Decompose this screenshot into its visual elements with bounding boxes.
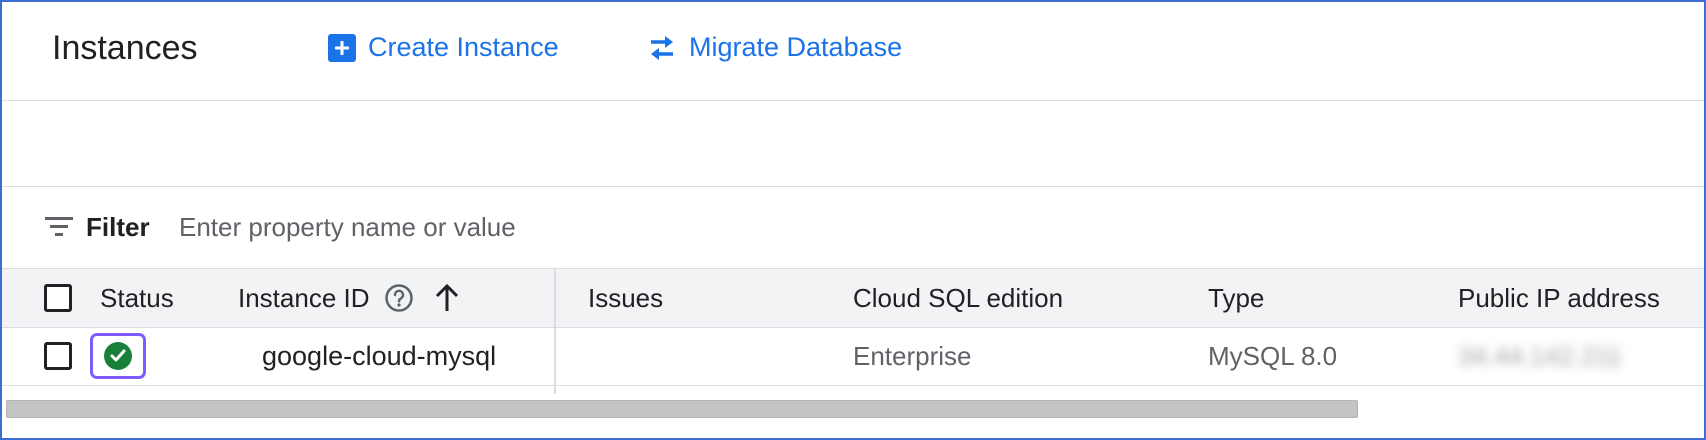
arrow-up-icon[interactable]	[434, 283, 460, 313]
help-circle-icon[interactable]	[384, 283, 414, 313]
horizontal-scrollbar-thumb[interactable]	[6, 400, 1358, 418]
column-header-status[interactable]: Status	[100, 269, 174, 327]
public-ip-cell: 34.44.142.211	[1458, 340, 1623, 371]
select-all-cell	[44, 269, 72, 327]
migrate-database-label: Migrate Database	[689, 32, 903, 62]
check-circle-icon	[104, 342, 132, 370]
edition-cell: Enterprise	[853, 340, 972, 371]
instance-id-link[interactable]: google-cloud-mysql	[262, 327, 496, 385]
swap-arrows-icon	[647, 34, 677, 62]
select-all-checkbox[interactable]	[44, 284, 72, 312]
type-cell: MySQL 8.0	[1208, 340, 1338, 371]
column-header-instance-id[interactable]: Instance ID	[238, 269, 460, 327]
filter-input[interactable]	[177, 206, 881, 248]
row-select-cell	[44, 327, 72, 385]
status-indicator[interactable]	[90, 333, 146, 379]
status-cell	[90, 327, 146, 385]
column-header-cloud-sql-edition[interactable]: Cloud SQL edition	[853, 269, 1063, 327]
create-instance-button[interactable]: Create Instance	[328, 32, 559, 63]
column-header-issues[interactable]: Issues	[588, 269, 663, 327]
create-instance-label: Create Instance	[368, 32, 559, 62]
column-header-public-ip[interactable]: Public IP address	[1458, 269, 1660, 327]
table-header: Status Instance ID Issues Cloud SQL edit…	[2, 268, 1704, 328]
table-row: google-cloud-mysql Enterprise MySQL 8.0 …	[2, 327, 1704, 386]
add-box-icon	[328, 33, 356, 62]
instances-panel: Instances Create Instance Migrate Databa…	[0, 0, 1706, 440]
empty-toolbar-band	[2, 101, 1704, 187]
filter-label: Filter	[86, 212, 150, 242]
row-checkbox[interactable]	[44, 342, 72, 370]
column-header-instance-id-label: Instance ID	[238, 282, 370, 313]
filter-list-icon[interactable]	[45, 216, 73, 243]
filter-bar: Filter	[2, 188, 1704, 268]
column-header-type[interactable]: Type	[1208, 269, 1264, 327]
page-title: Instances	[52, 29, 198, 67]
page-header: Instances Create Instance Migrate Databa…	[2, 2, 1704, 101]
migrate-database-button[interactable]: Migrate Database	[647, 32, 902, 63]
